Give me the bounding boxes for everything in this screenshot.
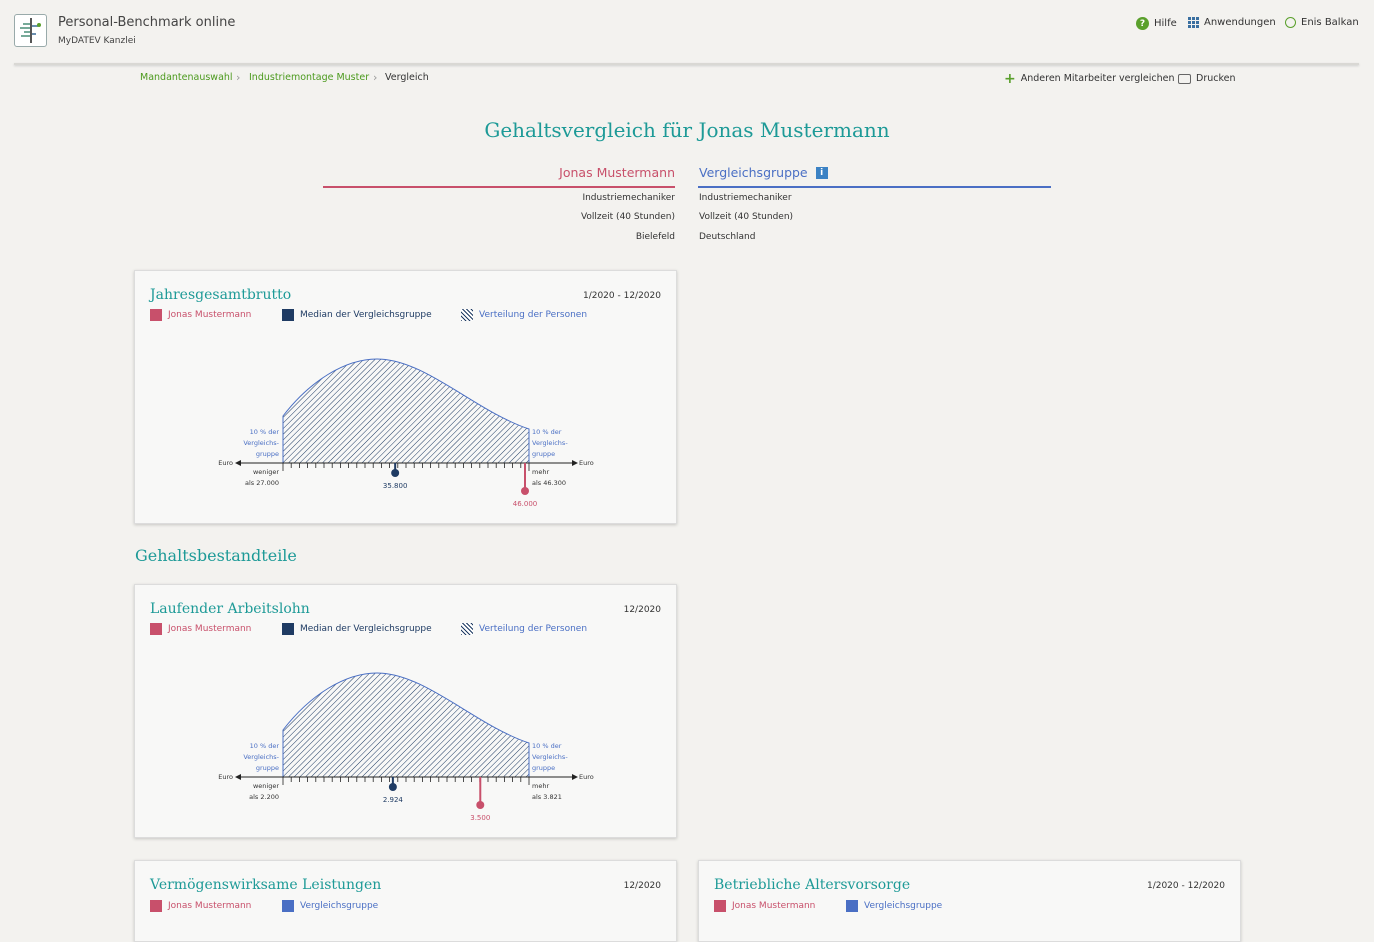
user-name: Enis Balkan: [1301, 17, 1359, 28]
tail-label-left: 10 % der: [250, 742, 280, 750]
legend-group-swatch: [282, 900, 294, 912]
apps-link[interactable]: Anwendungen: [1188, 17, 1276, 28]
distribution-chart: Euro Euro 10 % der 10 % der Vergleichs- Vergl…: [218, 358, 594, 508]
median-value-label: 2.924: [383, 796, 404, 804]
person-marker-dot: [476, 801, 485, 809]
person-job: Industriemechaniker: [582, 193, 675, 203]
low-bound-label: als 27.000: [245, 479, 279, 487]
person-location: Bielefeld: [635, 232, 675, 242]
person-value-label: 46.000: [513, 500, 538, 508]
header-divider: [14, 63, 1359, 65]
group-underline: [698, 186, 1051, 188]
legend-group-label: Vergleichsgruppe: [300, 901, 379, 911]
breadcrumb-mandantenauswahl[interactable]: Mandantenauswahl: [140, 72, 233, 83]
tail-label-left: 10 % der: [250, 428, 280, 436]
axis-arrow-right: [572, 774, 578, 780]
tail-label-right: 10 % der: [532, 742, 562, 750]
tail-label-left: Vergleichs-: [243, 753, 279, 761]
card-betriebliche-altersvorsorge: Betriebliche Altersvorsorge 1/2020 - 12/…: [698, 860, 1241, 942]
distribution-area: [282, 672, 530, 778]
distribution-area: [282, 358, 530, 464]
help-icon: ?: [1136, 17, 1149, 30]
apps-grid-icon: [1188, 17, 1199, 28]
tail-label-right: 10 % der: [532, 428, 562, 436]
axis-arrow-left: [235, 774, 241, 780]
app-header: [0, 0, 1374, 62]
high-label-1: mehr: [532, 468, 549, 476]
legend-person: Jonas Mustermann: [150, 900, 251, 912]
high-label-1: mehr: [532, 782, 549, 790]
apps-label: Anwendungen: [1204, 17, 1276, 28]
median-marker-dot: [388, 783, 397, 791]
card-date: 12/2020: [623, 881, 661, 891]
low-label-1: weniger: [253, 468, 279, 476]
legend-person-label: Jonas Mustermann: [732, 901, 816, 911]
card-title: Betriebliche Altersvorsorge: [714, 877, 911, 893]
compare-other-label: Anderen Mitarbeiter vergleichen: [1020, 73, 1175, 84]
legend-person-label: Jonas Mustermann: [168, 901, 252, 911]
page-title: Gehaltsvergleich für Jonas Mustermann: [484, 118, 890, 142]
card-date: 1/2020 - 12/2020: [1146, 881, 1225, 891]
tail-label-right: gruppe: [532, 764, 555, 772]
printer-icon: [1178, 73, 1191, 84]
tail-label-left: Vergleichs-: [243, 439, 279, 447]
high-bound-label: als 3.821: [532, 793, 562, 801]
breadcrumb-chevron-icon: ›: [373, 71, 378, 84]
legend-group: Vergleichsgruppe: [282, 900, 378, 912]
axis-arrow-left: [235, 460, 241, 466]
plus-icon: +: [1004, 70, 1016, 87]
person-value-label: 3.500: [470, 814, 490, 822]
axis-unit-left: Euro: [218, 459, 233, 467]
median-value-label: 35.800: [383, 482, 408, 490]
tail-label-right: Vergleichs-: [532, 439, 568, 447]
user-menu[interactable]: Enis Balkan: [1285, 17, 1359, 28]
card-jahresgesamtbrutto: Jahresgesamtbrutto 1/2020 - 12/2020 Jona…: [134, 270, 677, 524]
tail-label-right: gruppe: [532, 450, 555, 458]
legend-person-swatch: [714, 900, 726, 912]
legend-person-swatch: [150, 900, 162, 912]
card-title: Vermögenswirksame Leistungen: [150, 877, 382, 893]
distribution-chart: Euro Euro 10 % der 10 % der Vergleichs- Vergl…: [218, 672, 594, 822]
tail-label-left: gruppe: [256, 764, 279, 772]
tail-label-right: Vergleichs-: [532, 753, 568, 761]
info-icon[interactable]: i: [815, 166, 828, 179]
axis-unit-left: Euro: [218, 773, 233, 781]
breadcrumb-industriemontage[interactable]: Industriemontage Muster: [249, 72, 369, 83]
card-vermoegenswirksame-leistungen: Vermögenswirksame Leistungen 12/2020 Jon…: [134, 860, 677, 942]
legend-person: Jonas Mustermann: [714, 900, 815, 912]
compare-other-button[interactable]: + Anderen Mitarbeiter vergleichen: [1004, 70, 1175, 87]
help-link[interactable]: ? Hilfe: [1136, 17, 1177, 30]
axis-arrow-right: [572, 460, 578, 466]
app-subtitle: MyDATEV Kanzlei: [58, 36, 136, 46]
print-button[interactable]: Drucken: [1178, 73, 1236, 84]
tail-label-left: gruppe: [256, 450, 279, 458]
section-title: Gehaltsbestandteile: [135, 546, 297, 565]
app-title: Personal-Benchmark online: [58, 15, 236, 30]
person-marker-dot: [521, 487, 529, 495]
user-icon: [1285, 17, 1296, 28]
legend-group-label: Vergleichsgruppe: [864, 901, 943, 911]
group-job: Industriemechaniker: [699, 193, 792, 203]
group-location: Deutschland: [699, 232, 756, 242]
low-bound-label: als 2.200: [249, 793, 279, 801]
group-hours: Vollzeit (40 Stunden): [699, 212, 794, 222]
legend-group: Vergleichsgruppe: [846, 900, 942, 912]
axis-unit-right: Euro: [579, 773, 594, 781]
help-label: Hilfe: [1154, 18, 1177, 29]
legend-group-swatch: [846, 900, 858, 912]
high-bound-label: als 46.300: [532, 479, 566, 487]
person-hours: Vollzeit (40 Stunden): [580, 212, 675, 222]
axis-unit-right: Euro: [579, 459, 594, 467]
person-name: Jonas Mustermann: [559, 165, 675, 180]
person-underline: [323, 186, 675, 188]
median-marker-dot: [391, 469, 400, 477]
low-label-1: weniger: [253, 782, 279, 790]
card-laufender-arbeitslohn: Laufender Arbeitslohn 12/2020 Jonas Must…: [134, 584, 677, 838]
app-logo-icon: [14, 14, 47, 47]
group-name: Vergleichsgruppe i: [699, 165, 828, 180]
breadcrumb-vergleich: Vergleich: [385, 72, 429, 83]
breadcrumb-chevron-icon: ›: [236, 71, 241, 84]
print-label: Drucken: [1196, 73, 1236, 84]
group-name-label: Vergleichsgruppe: [699, 165, 808, 180]
